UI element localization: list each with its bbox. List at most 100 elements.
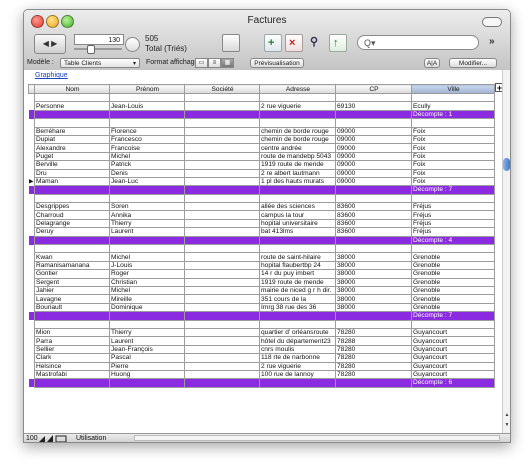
cell-societe[interactable] [184, 269, 260, 279]
cell-societe[interactable] [184, 126, 260, 136]
toolbar-overflow-button[interactable]: » [489, 36, 495, 47]
cell-cp[interactable]: 09000 [335, 151, 412, 162]
new-record-button[interactable]: + [264, 34, 282, 52]
cell-ville[interactable]: Grenoble [411, 277, 495, 288]
cell-ville[interactable]: Grenoble [411, 269, 495, 279]
cell-ville[interactable]: Fréjus [411, 210, 495, 220]
cell-societe[interactable] [184, 344, 260, 355]
cell-cp[interactable]: 38000 [335, 294, 412, 304]
cell-adresse[interactable]: 118 rte de narbonne [259, 353, 336, 363]
column-header-cp[interactable]: CP [335, 84, 412, 94]
cell-adresse[interactable]: 2 rue viguerie [259, 361, 336, 371]
cell-cp[interactable]: 09000 [335, 126, 412, 136]
cell-cp[interactable]: 09000 [335, 168, 412, 178]
cell-adresse[interactable]: quartier d' orléansroute [259, 327, 336, 338]
group-separator-row[interactable] [28, 244, 495, 254]
cell-ville[interactable]: Guyancourt [411, 369, 495, 380]
cell-societe[interactable] [184, 101, 260, 111]
column-header-prenom[interactable]: Prénom [109, 84, 185, 94]
cell-ville[interactable]: Guyancourt [411, 353, 495, 363]
cell-cp[interactable]: 83600 [335, 227, 412, 237]
cell-societe[interactable] [184, 227, 260, 237]
cell-ville[interactable]: Grenoble [411, 260, 495, 271]
column-header-adresse[interactable]: Adresse [259, 84, 336, 94]
layout-select[interactable]: Table Clients ▾ [60, 58, 140, 68]
cell-nom[interactable]: Sergent [34, 277, 110, 288]
cell-cp[interactable]: 78288 [335, 336, 412, 346]
cell-societe[interactable] [184, 285, 260, 296]
cell-cp[interactable]: 69130 [335, 101, 412, 111]
cell-cp[interactable]: 09000 [335, 176, 412, 187]
preview-button[interactable]: Prévisualisation [250, 58, 304, 68]
cell-prenom[interactable]: Denis [109, 168, 185, 178]
group-separator-row[interactable] [28, 319, 495, 329]
cell-cp[interactable]: 78280 [335, 353, 412, 363]
cell-adresse[interactable]: hopital flaubertbp 24 [259, 260, 336, 271]
cell-prenom[interactable]: Francesco [109, 134, 185, 145]
cell-adresse[interactable]: chemin de borde rouge [259, 134, 336, 145]
cell-societe[interactable] [184, 151, 260, 162]
cell-ville[interactable]: Guyancourt [411, 336, 495, 346]
cell-nom[interactable]: Sellier [34, 344, 110, 355]
cell-prenom[interactable]: Huong [109, 369, 185, 380]
cell-cp[interactable]: 38000 [335, 302, 412, 313]
cell-ville[interactable]: Fréjus [411, 227, 495, 237]
cell-cp[interactable]: 09000 [335, 160, 412, 170]
cell-nom[interactable]: Maman [34, 176, 110, 187]
table-row[interactable]: Sergent Christian 1919 route de mende 38000… [29, 277, 495, 288]
cell-prenom[interactable]: Thierry [109, 218, 185, 229]
table-row[interactable]: Mion Thierry quartier d' orléansroute 78280… [29, 327, 495, 338]
cell-cp[interactable]: 38000 [335, 252, 412, 262]
table-row[interactable]: Jahier Michel mairie de niced g r h dir. 38… [29, 285, 495, 296]
table-row[interactable]: Berville Patrick 1919 route de mende 09000 F… [29, 160, 495, 170]
table-row[interactable]: Mastrofabi Huong 100 rue de lannoy 78280 Guy… [29, 369, 495, 380]
table-row[interactable]: Bouriault Dominique Imrg 38 rue des 36 3800… [29, 302, 495, 313]
show-all-button[interactable] [222, 34, 240, 52]
cell-cp[interactable]: 38000 [335, 277, 412, 288]
table-row[interactable]: Kwan Michel route de saint-hilaire 38000 Gre… [29, 252, 495, 262]
cell-prenom[interactable]: Mireille [109, 294, 185, 304]
table-row[interactable]: Helsince Pierre 2 rue viguerie 78280 Guyanco… [29, 361, 495, 371]
cell-societe[interactable] [184, 353, 260, 363]
cell-nom[interactable]: Mastrofabi [34, 369, 110, 380]
cell-societe[interactable] [184, 168, 260, 178]
cell-ville[interactable]: Grenoble [411, 285, 495, 296]
cell-societe[interactable] [184, 336, 260, 346]
cell-societe[interactable] [184, 134, 260, 145]
cell-prenom[interactable]: Dominique [109, 302, 185, 313]
summary-row[interactable]: Décompte : 6 [28, 378, 495, 388]
record-slider-knob[interactable] [87, 45, 95, 54]
table-row[interactable]: Lavagne Mireille 351 cours de la 38000 Greno… [29, 294, 495, 304]
cell-prenom[interactable]: Jean-François [109, 344, 185, 355]
cell-nom[interactable]: Clark [34, 353, 110, 363]
cell-adresse[interactable]: hopital universitaire [259, 218, 336, 229]
cell-prenom[interactable]: Roger [109, 269, 185, 279]
cell-nom[interactable]: Dru [34, 168, 110, 178]
cell-cp[interactable]: 83600 [335, 202, 412, 212]
cell-nom[interactable]: Lavagne [34, 294, 110, 304]
cell-societe[interactable] [184, 327, 260, 338]
cell-cp[interactable]: 38000 [335, 269, 412, 279]
cell-adresse[interactable]: route de mandebp 5043 [259, 151, 336, 162]
group-separator-row[interactable] [28, 193, 495, 204]
cell-prenom[interactable]: Jean-Louis [109, 101, 185, 111]
cell-adresse[interactable]: Imrg 38 rue des 36 [259, 302, 336, 313]
cell-prenom[interactable]: Francoise [109, 143, 185, 153]
group-separator-row[interactable] [28, 92, 495, 103]
cell-nom[interactable]: Mion [34, 327, 110, 338]
cell-prenom[interactable]: Thierry [109, 327, 185, 338]
cell-nom[interactable]: Helsince [34, 361, 110, 371]
cell-cp[interactable]: 78280 [335, 344, 412, 355]
cell-adresse[interactable]: mairie de niced g r h dir. [259, 285, 336, 296]
cell-adresse[interactable]: bat 413lms [259, 227, 336, 237]
cell-prenom[interactable]: Michel [109, 285, 185, 296]
sort-button[interactable]: ↑ [329, 34, 347, 52]
zoom-level[interactable]: 100 [26, 434, 38, 442]
cell-nom[interactable]: Parra [34, 336, 110, 346]
table-row[interactable]: Berréhare Florence chemin de borde rouge 09… [29, 126, 495, 136]
modify-button[interactable]: Modifier... [449, 58, 497, 68]
vertical-scrollbar[interactable]: ▲ ▼ [502, 70, 510, 433]
cell-ville[interactable]: Foix [411, 160, 495, 170]
cell-ville[interactable]: Fréjus [411, 202, 495, 212]
cell-nom[interactable]: Berville [34, 160, 110, 170]
